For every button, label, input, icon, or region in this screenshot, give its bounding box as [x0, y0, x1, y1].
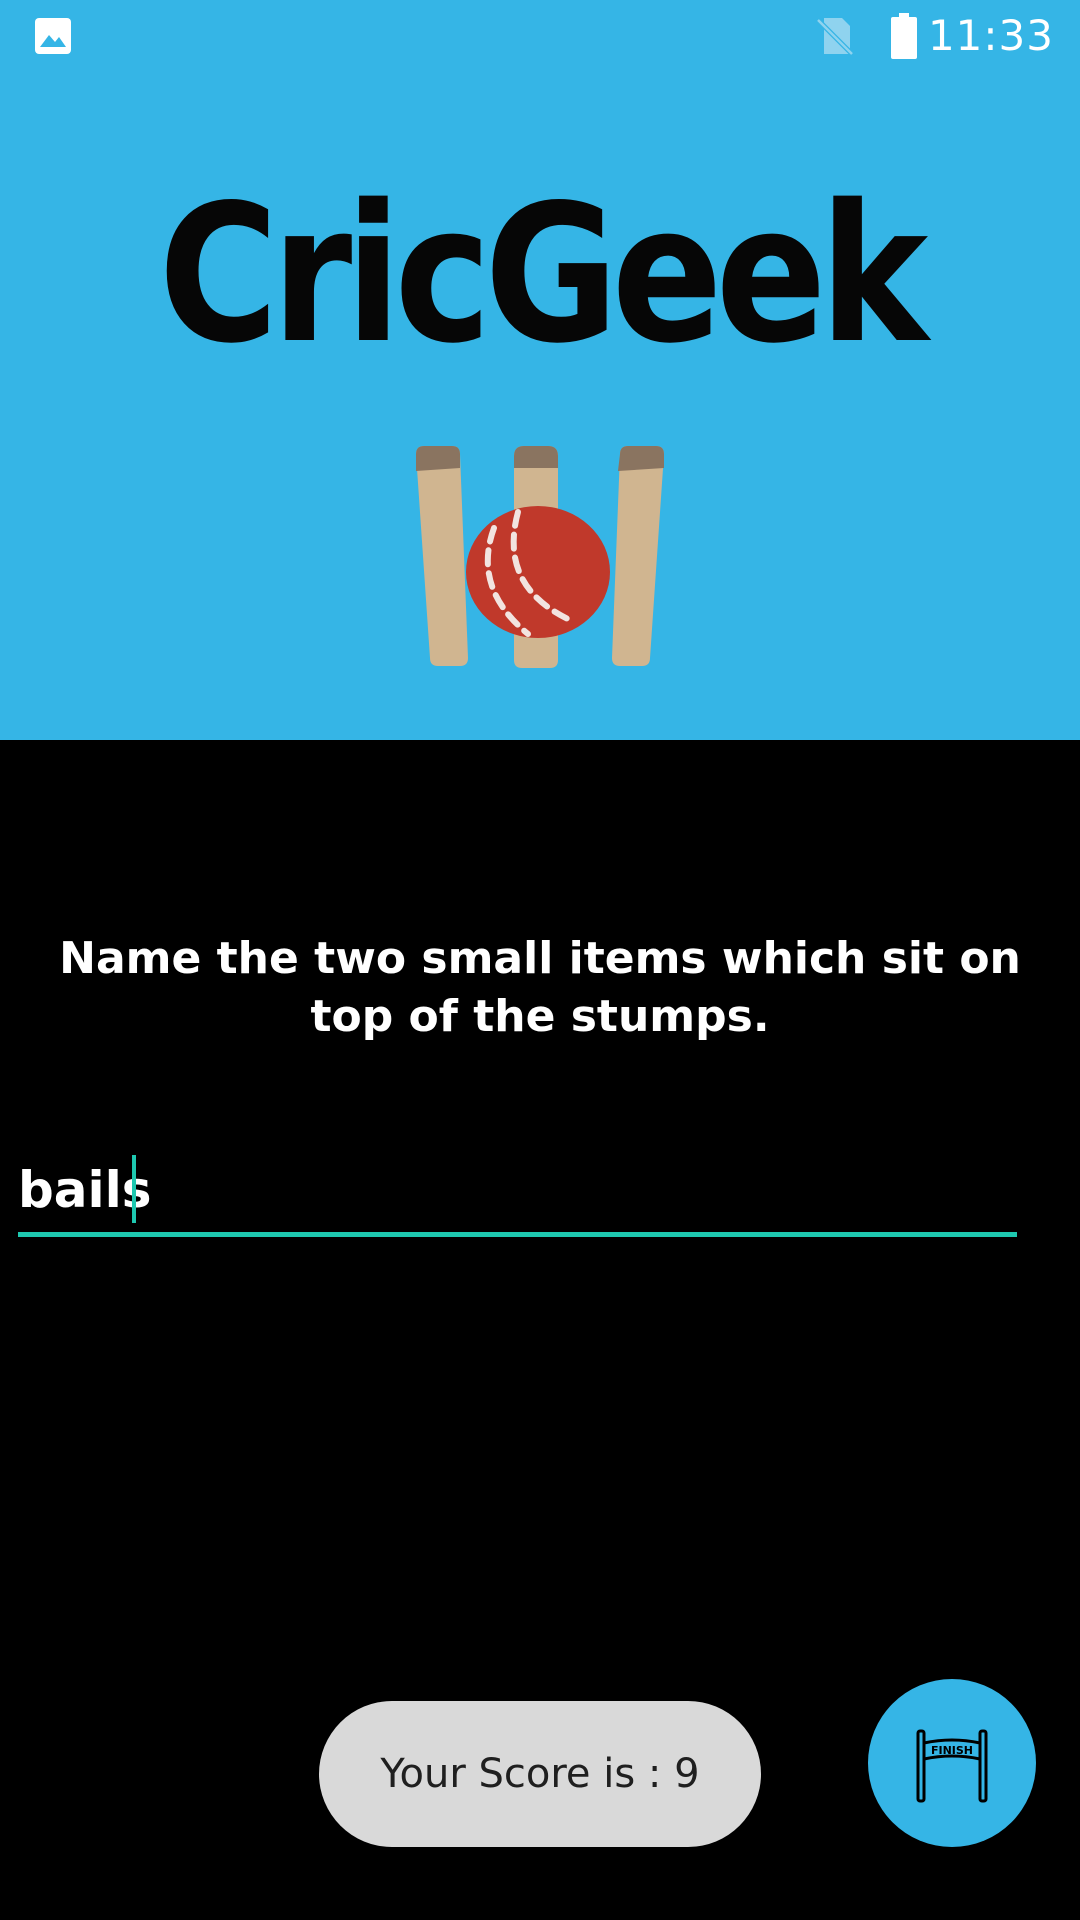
question-text: Name the two small items which sit on to… [59, 933, 1021, 1042]
status-time: 11:33 [927, 11, 1054, 60]
stump-left [416, 446, 468, 666]
app-header: 11:33 CricGeek [0, 0, 1080, 740]
finish-label: FINISH [931, 1744, 973, 1757]
app-title: CricGeek [158, 164, 929, 385]
battery-icon [891, 13, 917, 59]
no-sim-icon [816, 18, 854, 56]
text-cursor [132, 1155, 136, 1223]
finish-button[interactable]: FINISH [868, 1679, 1036, 1847]
score-text: Your Score is : 9 [380, 1751, 700, 1797]
answer-underline [18, 1232, 1017, 1237]
stump-right [612, 446, 664, 666]
finish-line-icon: FINISH [916, 1729, 988, 1803]
score-toast: Your Score is : 9 [319, 1701, 761, 1847]
answer-input[interactable] [18, 1150, 1017, 1230]
stump-right-top [618, 446, 664, 471]
answer-field[interactable] [18, 1150, 1017, 1240]
cricket-wicket-ball-icon [416, 446, 664, 668]
image-icon [35, 18, 71, 54]
stump-left-top [416, 446, 460, 471]
stump-middle-top [514, 446, 558, 468]
status-bar: 11:33 [0, 0, 1080, 72]
